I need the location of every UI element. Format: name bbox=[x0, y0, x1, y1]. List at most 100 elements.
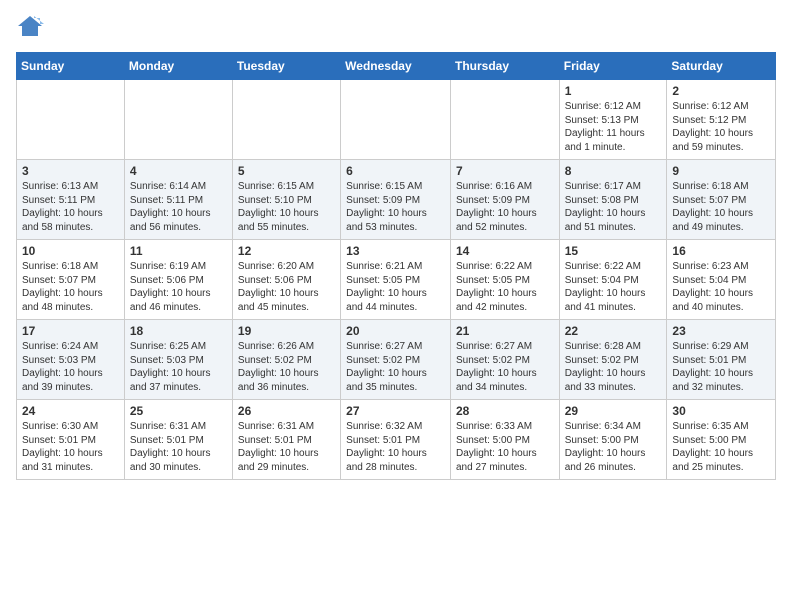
cell-text: Sunrise: 6:21 AM Sunset: 5:05 PM Dayligh… bbox=[346, 260, 445, 314]
day-number: 30 bbox=[672, 404, 770, 418]
calendar-cell: 17Sunrise: 6:24 AM Sunset: 5:03 PM Dayli… bbox=[17, 320, 125, 400]
cell-text: Sunrise: 6:14 AM Sunset: 5:11 PM Dayligh… bbox=[130, 180, 227, 234]
calendar-week-row: 24 Sunrise: 6:30 AM Sunset: 5:01 PM Dayli… bbox=[17, 400, 776, 480]
day-number: 26 bbox=[238, 404, 335, 418]
cell-text: Sunrise: 6:29 AM Sunset: 5:01 PM Dayligh… bbox=[672, 340, 770, 394]
day-number: 7 bbox=[456, 164, 554, 178]
cell-text: Sunrise: 6:15 AM Sunset: 5:09 PM Dayligh… bbox=[346, 180, 445, 234]
cell-text: Sunrise: 6:13 AM Sunset: 5:11 PM Dayligh… bbox=[22, 180, 119, 234]
weekday-header-monday: Monday bbox=[124, 53, 232, 80]
cell-text: Sunrise: 6:18 AM Sunset: 5:07 PM Dayligh… bbox=[22, 260, 119, 314]
day-number: 1 bbox=[565, 84, 662, 98]
day-number: 27 bbox=[346, 404, 445, 418]
day-number: 15 bbox=[565, 244, 662, 258]
calendar-cell bbox=[232, 80, 340, 160]
day-number: 2 bbox=[672, 84, 770, 98]
calendar-cell bbox=[341, 80, 451, 160]
calendar-cell: 30Sunrise: 6:35 AM Sunset: 5:00 PM Dayli… bbox=[667, 400, 776, 480]
day-number: 24 bbox=[22, 404, 119, 418]
day-number: 19 bbox=[238, 324, 335, 338]
cell-text: Sunrise: 6:23 AM Sunset: 5:04 PM Dayligh… bbox=[672, 260, 770, 314]
cell-text: Sunrise: 6:12 AM Sunset: 5:13 PM Dayligh… bbox=[565, 100, 662, 154]
day-number: 9 bbox=[672, 164, 770, 178]
cell-text: Sunrise: 6:16 AM Sunset: 5:09 PM Dayligh… bbox=[456, 180, 554, 234]
logo-icon bbox=[16, 12, 44, 40]
calendar-cell: 8 Sunrise: 6:17 AM Sunset: 5:08 PM Daylig… bbox=[559, 160, 667, 240]
weekday-header-tuesday: Tuesday bbox=[232, 53, 340, 80]
calendar-table: SundayMondayTuesdayWednesdayThursdayFrid… bbox=[16, 52, 776, 480]
calendar-cell: 27 Sunrise: 6:32 AM Sunset: 5:01 PM Dayli… bbox=[341, 400, 451, 480]
weekday-header-saturday: Saturday bbox=[667, 53, 776, 80]
cell-text: Sunrise: 6:19 AM Sunset: 5:06 PM Dayligh… bbox=[130, 260, 227, 314]
calendar-cell bbox=[450, 80, 559, 160]
cell-text: Sunrise: 6:25 AM Sunset: 5:03 PM Dayligh… bbox=[130, 340, 227, 394]
day-number: 22 bbox=[565, 324, 662, 338]
day-number: 11 bbox=[130, 244, 227, 258]
day-number: 25 bbox=[130, 404, 227, 418]
cell-text: Sunrise: 6:31 AM Sunset: 5:01 PM Dayligh… bbox=[238, 420, 335, 474]
day-number: 4 bbox=[130, 164, 227, 178]
calendar-cell: 9 Sunrise: 6:18 AM Sunset: 5:07 PM Daylig… bbox=[667, 160, 776, 240]
calendar-week-row: 3 Sunrise: 6:13 AM Sunset: 5:11 PM Daylig… bbox=[17, 160, 776, 240]
calendar-cell: 6 Sunrise: 6:15 AM Sunset: 5:09 PM Daylig… bbox=[341, 160, 451, 240]
day-number: 3 bbox=[22, 164, 119, 178]
weekday-header-wednesday: Wednesday bbox=[341, 53, 451, 80]
day-number: 8 bbox=[565, 164, 662, 178]
day-number: 28 bbox=[456, 404, 554, 418]
cell-text: Sunrise: 6:12 AM Sunset: 5:12 PM Dayligh… bbox=[672, 100, 770, 154]
calendar-cell: 13 Sunrise: 6:21 AM Sunset: 5:05 PM Dayli… bbox=[341, 240, 451, 320]
weekday-header-sunday: Sunday bbox=[17, 53, 125, 80]
cell-text: Sunrise: 6:31 AM Sunset: 5:01 PM Dayligh… bbox=[130, 420, 227, 474]
calendar-week-row: 10 Sunrise: 6:18 AM Sunset: 5:07 PM Dayli… bbox=[17, 240, 776, 320]
day-number: 14 bbox=[456, 244, 554, 258]
cell-text: Sunrise: 6:32 AM Sunset: 5:01 PM Dayligh… bbox=[346, 420, 445, 474]
cell-text: Sunrise: 6:18 AM Sunset: 5:07 PM Dayligh… bbox=[672, 180, 770, 234]
calendar-cell: 11 Sunrise: 6:19 AM Sunset: 5:06 PM Dayli… bbox=[124, 240, 232, 320]
cell-text: Sunrise: 6:34 AM Sunset: 5:00 PM Dayligh… bbox=[565, 420, 662, 474]
day-number: 18 bbox=[130, 324, 227, 338]
calendar-cell: 14Sunrise: 6:22 AM Sunset: 5:05 PM Dayli… bbox=[450, 240, 559, 320]
page-header bbox=[16, 16, 776, 40]
calendar-cell: 20Sunrise: 6:27 AM Sunset: 5:02 PM Dayli… bbox=[341, 320, 451, 400]
calendar-cell: 28 Sunrise: 6:33 AM Sunset: 5:00 PM Dayli… bbox=[450, 400, 559, 480]
day-number: 16 bbox=[672, 244, 770, 258]
calendar-cell bbox=[17, 80, 125, 160]
calendar-cell: 22 Sunrise: 6:28 AM Sunset: 5:02 PM Dayli… bbox=[559, 320, 667, 400]
calendar-cell: 29 Sunrise: 6:34 AM Sunset: 5:00 PM Dayli… bbox=[559, 400, 667, 480]
day-number: 20 bbox=[346, 324, 445, 338]
cell-text: Sunrise: 6:15 AM Sunset: 5:10 PM Dayligh… bbox=[238, 180, 335, 234]
calendar-week-row: 17Sunrise: 6:24 AM Sunset: 5:03 PM Dayli… bbox=[17, 320, 776, 400]
day-number: 29 bbox=[565, 404, 662, 418]
weekday-header-thursday: Thursday bbox=[450, 53, 559, 80]
calendar-cell: 25 Sunrise: 6:31 AM Sunset: 5:01 PM Dayli… bbox=[124, 400, 232, 480]
day-number: 5 bbox=[238, 164, 335, 178]
logo bbox=[16, 16, 48, 40]
cell-text: Sunrise: 6:33 AM Sunset: 5:00 PM Dayligh… bbox=[456, 420, 554, 474]
calendar-cell: 10 Sunrise: 6:18 AM Sunset: 5:07 PM Dayli… bbox=[17, 240, 125, 320]
calendar-cell: 7 Sunrise: 6:16 AM Sunset: 5:09 PM Daylig… bbox=[450, 160, 559, 240]
calendar-header-row: SundayMondayTuesdayWednesdayThursdayFrid… bbox=[17, 53, 776, 80]
cell-text: Sunrise: 6:17 AM Sunset: 5:08 PM Dayligh… bbox=[565, 180, 662, 234]
cell-text: Sunrise: 6:28 AM Sunset: 5:02 PM Dayligh… bbox=[565, 340, 662, 394]
cell-text: Sunrise: 6:26 AM Sunset: 5:02 PM Dayligh… bbox=[238, 340, 335, 394]
day-number: 13 bbox=[346, 244, 445, 258]
calendar-cell: 24 Sunrise: 6:30 AM Sunset: 5:01 PM Dayli… bbox=[17, 400, 125, 480]
cell-text: Sunrise: 6:30 AM Sunset: 5:01 PM Dayligh… bbox=[22, 420, 119, 474]
day-number: 6 bbox=[346, 164, 445, 178]
calendar-cell: 15 Sunrise: 6:22 AM Sunset: 5:04 PM Dayli… bbox=[559, 240, 667, 320]
calendar-cell: 2 Sunrise: 6:12 AM Sunset: 5:12 PM Daylig… bbox=[667, 80, 776, 160]
day-number: 21 bbox=[456, 324, 554, 338]
cell-text: Sunrise: 6:22 AM Sunset: 5:04 PM Dayligh… bbox=[565, 260, 662, 314]
day-number: 10 bbox=[22, 244, 119, 258]
calendar-cell: 16 Sunrise: 6:23 AM Sunset: 5:04 PM Dayli… bbox=[667, 240, 776, 320]
calendar-cell: 19 Sunrise: 6:26 AM Sunset: 5:02 PM Dayli… bbox=[232, 320, 340, 400]
calendar-cell: 4 Sunrise: 6:14 AM Sunset: 5:11 PM Daylig… bbox=[124, 160, 232, 240]
calendar-week-row: 1 Sunrise: 6:12 AM Sunset: 5:13 PM Daylig… bbox=[17, 80, 776, 160]
day-number: 17 bbox=[22, 324, 119, 338]
weekday-header-friday: Friday bbox=[559, 53, 667, 80]
calendar-cell: 21Sunrise: 6:27 AM Sunset: 5:02 PM Dayli… bbox=[450, 320, 559, 400]
calendar-cell: 3 Sunrise: 6:13 AM Sunset: 5:11 PM Daylig… bbox=[17, 160, 125, 240]
calendar-cell bbox=[124, 80, 232, 160]
calendar-cell: 26 Sunrise: 6:31 AM Sunset: 5:01 PM Dayli… bbox=[232, 400, 340, 480]
calendar-cell: 12Sunrise: 6:20 AM Sunset: 5:06 PM Dayli… bbox=[232, 240, 340, 320]
